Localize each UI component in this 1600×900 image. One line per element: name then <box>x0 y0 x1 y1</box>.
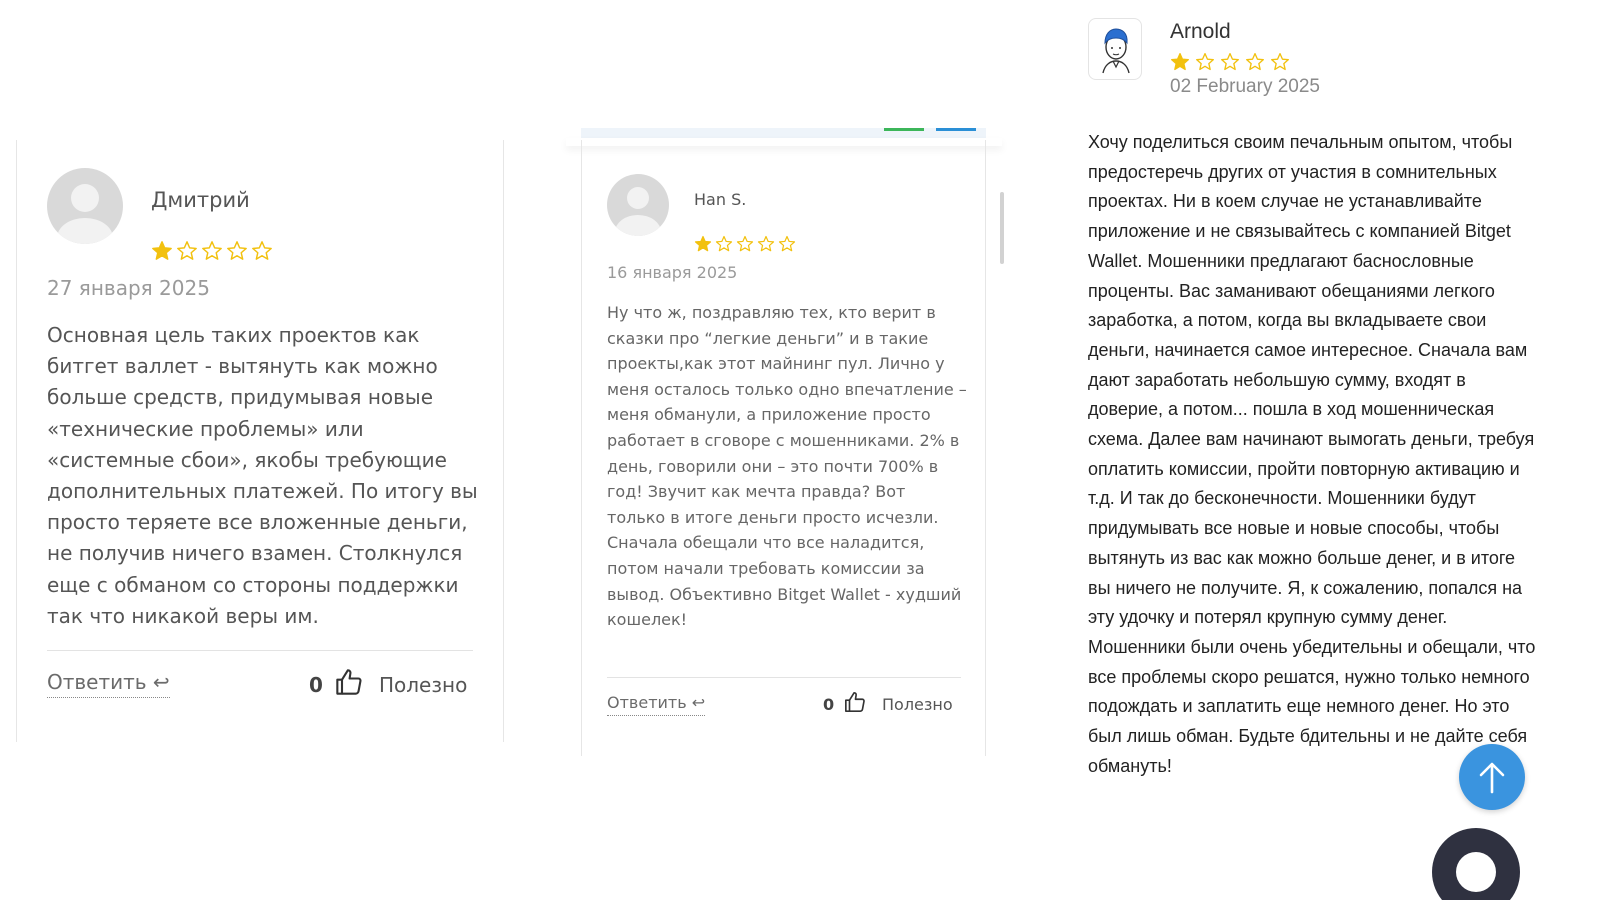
star-filled-icon <box>152 241 172 260</box>
star-empty-icon <box>252 241 272 260</box>
like-count: 0 <box>823 695 835 714</box>
star-empty-icon <box>1246 53 1264 71</box>
scroll-to-top-button[interactable] <box>1459 744 1525 810</box>
star-filled-icon <box>694 235 712 252</box>
star-empty-icon <box>1221 53 1239 71</box>
star-empty-icon <box>1271 53 1289 71</box>
thumbs-up-icon[interactable] <box>335 668 363 700</box>
review-date: 16 января 2025 <box>607 263 738 282</box>
arrow-up-icon <box>1479 762 1505 794</box>
review-text: Основная цель таких проектов как битгет … <box>47 323 478 628</box>
star-empty-icon <box>177 241 197 260</box>
reply-link[interactable]: Ответить ↩ <box>607 693 706 716</box>
star-empty-icon <box>227 241 247 260</box>
avatar-default-icon <box>607 174 669 236</box>
star-filled-icon <box>1171 53 1189 71</box>
reply-link[interactable]: Ответить ↩ <box>47 670 170 698</box>
star-empty-icon <box>202 241 222 260</box>
like-count: 0 <box>309 673 323 697</box>
star-empty-icon <box>736 235 754 252</box>
star-rating <box>694 235 799 254</box>
star-empty-icon <box>778 235 796 252</box>
accent-line-green <box>884 128 924 131</box>
chat-widget-button[interactable] <box>1432 828 1520 900</box>
avatar-man-icon <box>1088 18 1142 80</box>
star-empty-icon <box>1196 53 1214 71</box>
star-empty-icon <box>757 235 775 252</box>
avatar-default-icon <box>47 168 123 244</box>
thumbs-up-icon[interactable] <box>844 691 866 717</box>
divider <box>607 677 961 678</box>
review-date: 02 February 2025 <box>1170 76 1320 97</box>
review-date: 27 января 2025 <box>47 276 210 300</box>
review-card-han: Han S. 16 января 2025 Ну что ж, поздравл… <box>581 140 1004 756</box>
chat-icon <box>1456 852 1496 892</box>
review-author: Han S. <box>694 190 747 209</box>
review-text: Ну что ж, поздравляю тех, кто верит в ск… <box>607 303 967 630</box>
star-rating <box>151 240 276 262</box>
useful-label[interactable]: Полезно <box>379 673 467 697</box>
divider <box>47 650 473 651</box>
card-top-bar <box>581 128 986 138</box>
useful-label[interactable]: Полезно <box>882 695 953 714</box>
review-card-dmitry: Дмитрий 27 января 2025 Основная цель так… <box>16 140 504 742</box>
review-author: Дмитрий <box>151 188 250 212</box>
review-text: Хочу поделиться своим печальным опытом, … <box>1088 132 1536 776</box>
accent-line-blue <box>936 128 976 131</box>
review-author: Arnold <box>1170 20 1231 43</box>
star-rating <box>1170 52 1295 72</box>
scrollbar-thumb[interactable] <box>1000 192 1004 264</box>
star-empty-icon <box>715 235 733 252</box>
